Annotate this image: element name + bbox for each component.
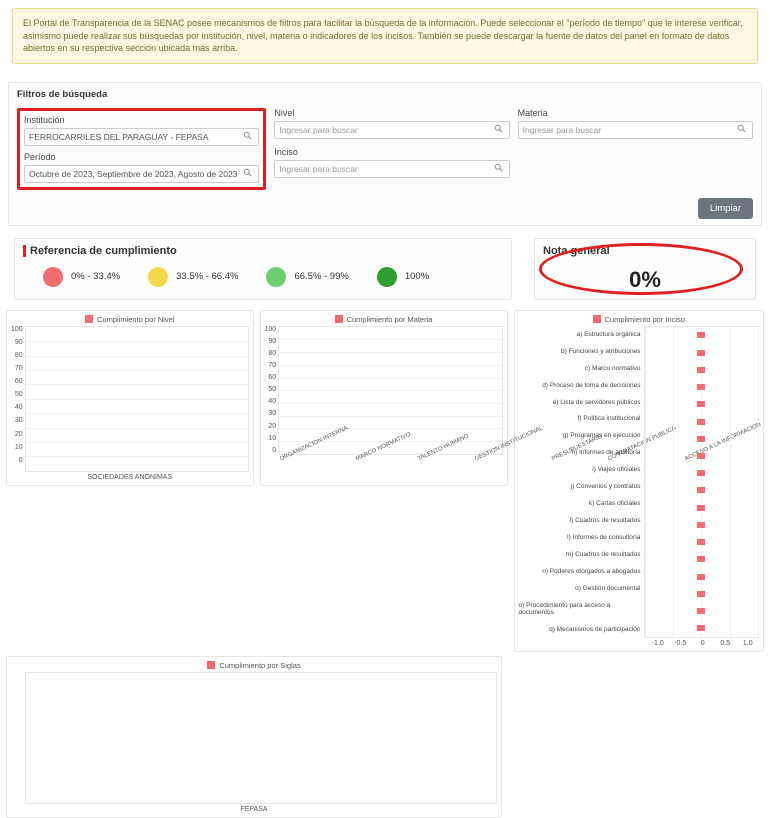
nota-panel: Nota general 0%	[534, 238, 756, 300]
institucion-label: Institución	[24, 115, 259, 125]
chart-siglas-yaxis	[11, 672, 25, 802]
inciso-bar	[697, 556, 705, 562]
chart-nivel-legend: Cumplimiento por Nivel	[97, 315, 175, 324]
inciso-row-label: m) Cuadros de resultados	[566, 551, 641, 558]
inciso-row-label: n) Poderes otorgados a abogados	[542, 568, 640, 575]
nivel-placeholder: Ingresar para buscar	[279, 125, 357, 135]
chart-inciso: Cumplimiento por Inciso a) Estructura or…	[514, 310, 765, 652]
inciso-bar	[697, 453, 705, 459]
chart-siglas: Cumplimiento por Siglas FEPASA	[6, 656, 502, 818]
filters-title: Filtros de búsqueda	[17, 89, 753, 100]
inciso-bar	[697, 401, 705, 407]
chart-inciso-plot	[644, 326, 760, 638]
materia-placeholder: Ingresar para buscar	[523, 125, 601, 135]
legend-swatch-icon	[207, 661, 215, 669]
inciso-bar	[697, 470, 705, 476]
clear-button[interactable]: Limpiar	[698, 198, 753, 219]
chart-materia: Cumplimiento por Materia 100 90 80 70 60…	[260, 310, 508, 486]
nivel-input[interactable]: Ingresar para buscar	[274, 121, 509, 139]
inciso-row-label: q) Mecanismos de participación	[549, 626, 640, 633]
legend-item: 0% - 33.4%	[43, 267, 120, 287]
materia-input[interactable]: Ingresar para buscar	[518, 121, 753, 139]
inciso-bar	[697, 608, 705, 614]
inciso-bar	[697, 505, 705, 511]
legend-swatch-icon	[593, 315, 601, 323]
inciso-bar	[697, 419, 705, 425]
inciso-bar	[697, 367, 705, 373]
legend-label: 0% - 33.4%	[71, 271, 120, 282]
highlighted-filters: Institución FERROCARRILES DEL PARAGUAY -…	[17, 108, 266, 190]
institucion-value: FERROCARRILES DEL PARAGUAY - FEPASA	[29, 132, 209, 142]
inciso-bar	[697, 574, 705, 580]
dot-red-icon	[43, 267, 63, 287]
search-icon	[737, 124, 749, 136]
inciso-row-label: j) Convenios y contratos	[571, 483, 641, 490]
chart-nivel-plot	[25, 326, 249, 472]
legend-label: 66.5% - 99%	[294, 271, 348, 282]
chart-nivel-xcat: SOCIEDADES ANONIMAS	[87, 474, 172, 481]
reference-legend: 0% - 33.4% 33.5% - 66.4% 66.5% - 99% 100…	[23, 263, 503, 291]
chart-materia-legend: Cumplimiento por Materia	[347, 315, 433, 324]
materia-label: Materia	[518, 108, 753, 118]
inciso-bar	[697, 384, 705, 390]
search-icon	[494, 124, 506, 136]
inciso-bar	[697, 350, 705, 356]
periodo-input[interactable]: Octubre de 2023, Septiembre de 2023, Ago…	[24, 165, 259, 183]
reference-panel: Referencia de cumplimiento 0% - 33.4% 33…	[14, 238, 512, 300]
chart-inciso-ylabels: a) Estructura orgánica b) Funciones y atr…	[519, 326, 644, 638]
legend-item: 33.5% - 66.4%	[148, 267, 238, 287]
chart-nivel: Cumplimiento por Nivel 100 90 80 70 60 5…	[6, 310, 254, 486]
chart-siglas-xcat: FEPASA	[240, 806, 267, 813]
legend-swatch-icon	[335, 315, 343, 323]
inciso-row-label: l) Informes de consultoría	[567, 534, 640, 541]
inciso-row-label: d) Proceso de toma de decisiones	[542, 382, 640, 389]
inciso-row-label: o) Gestión documental	[575, 585, 640, 592]
inciso-row-label: f) Política institucional	[578, 415, 641, 422]
search-icon	[494, 163, 506, 175]
inciso-row-label: c) Marco normativo	[585, 365, 641, 372]
inciso-row-label: b) Funciones y atribuciones	[561, 348, 641, 355]
chart-siglas-legend: Cumplimiento por Siglas	[219, 661, 300, 670]
inciso-bar	[697, 539, 705, 545]
periodo-label: Período	[24, 152, 259, 162]
inciso-row-label: l) Cuadros de resultados	[570, 517, 641, 524]
legend-label: 100%	[405, 271, 429, 282]
chart-siglas-plot	[25, 672, 497, 804]
chart-nivel-yaxis: 100 90 80 70 60 50 40 30 20 10 0	[11, 326, 25, 464]
info-banner: El Portal de Transparencia de la SENAC p…	[12, 8, 758, 64]
inciso-input[interactable]: Ingresar para buscar	[274, 160, 509, 178]
inciso-label: Inciso	[274, 147, 509, 157]
legend-swatch-icon	[85, 315, 93, 323]
legend-label: 33.5% - 66.4%	[176, 271, 238, 282]
filters-panel: Filtros de búsqueda Institución FERROCAR…	[8, 82, 762, 226]
dot-green-icon	[377, 267, 397, 287]
search-icon	[243, 131, 255, 143]
nota-value: 0%	[543, 267, 747, 293]
institucion-input[interactable]: FERROCARRILES DEL PARAGUAY - FEPASA	[24, 128, 259, 146]
nota-title: Nota general	[543, 245, 747, 257]
inciso-placeholder: Ingresar para buscar	[279, 164, 357, 174]
dot-lightgreen-icon	[266, 267, 286, 287]
inciso-row-label: o) Procedimiento para acceso a documento…	[519, 602, 641, 616]
inciso-bar	[697, 522, 705, 528]
inciso-row-label: k) Cartas oficiales	[589, 500, 641, 507]
inciso-bar	[697, 625, 705, 631]
inciso-bar	[697, 436, 705, 442]
inciso-row-label: e) Lista de servidores públicos	[553, 399, 641, 406]
info-banner-text: El Portal de Transparencia de la SENAC p…	[23, 18, 743, 53]
chart-materia-yaxis: 100 90 80 70 60 50 40 30 20 10 0	[265, 326, 279, 454]
legend-item: 100%	[377, 267, 429, 287]
periodo-value: Octubre de 2023, Septiembre de 2023, Ago…	[29, 169, 237, 179]
search-icon	[243, 168, 255, 180]
inciso-bar	[697, 487, 705, 493]
inciso-bar	[697, 591, 705, 597]
reference-title: Referencia de cumplimiento	[23, 245, 503, 257]
inciso-row-label: a) Estructura orgánica	[577, 331, 641, 338]
legend-item: 66.5% - 99%	[266, 267, 348, 287]
nivel-label: Nivel	[274, 108, 509, 118]
chart-inciso-legend: Cumplimiento por Inciso	[605, 315, 685, 324]
inciso-bar	[697, 332, 705, 338]
chart-materia-plot	[278, 326, 502, 455]
dot-yellow-icon	[148, 267, 168, 287]
